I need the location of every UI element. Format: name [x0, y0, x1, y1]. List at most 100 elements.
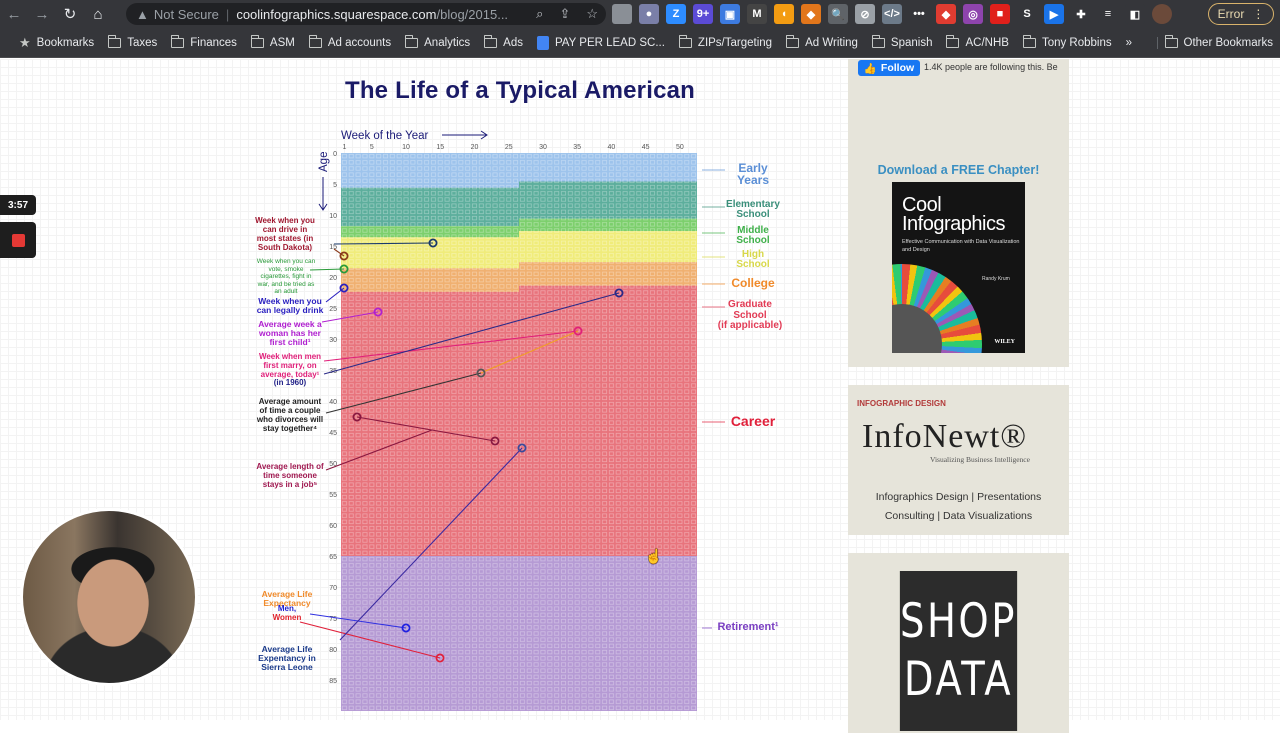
y-tick-label: 40	[329, 399, 337, 406]
record-ext-icon[interactable]: ■	[990, 4, 1010, 24]
shop-data-card[interactable]: SHOP DATA	[848, 553, 1069, 733]
y-tick-label: 5	[333, 182, 337, 189]
address-bar[interactable]: ▲ Not Secure | coolinfographics.squaresp…	[126, 3, 606, 25]
s-ext-icon[interactable]: S	[1017, 4, 1037, 24]
publisher-logo: WILEY	[994, 339, 1015, 345]
home-button[interactable]: ⌂	[84, 0, 112, 28]
x-axis-label: Week of the Year	[341, 130, 429, 142]
bookmark-ad-writing[interactable]: Ad Writing	[779, 34, 865, 49]
infonewt-ad[interactable]: INFOGRAPHIC DESIGN InfoNewt® Visualizing…	[848, 385, 1069, 535]
bookmark-label: Taxes	[127, 36, 158, 49]
bookmark-zips-targeting[interactable]: ZIPs/Targeting	[672, 34, 779, 49]
bookmark-finances[interactable]: Finances	[164, 34, 244, 49]
annotation-label: Men,	[277, 604, 297, 613]
dots-ext-icon[interactable]: •••	[909, 4, 929, 24]
y-tick-label: 55	[329, 492, 337, 499]
x-tick-label: 15	[436, 144, 444, 151]
x-tick-label: 30	[539, 144, 547, 151]
bookmark-label: Analytics	[424, 36, 471, 49]
bookmark-asm[interactable]: ASM	[244, 34, 302, 49]
y-tick-label: 60	[329, 523, 337, 530]
flame-ext-icon[interactable]: ◖	[774, 4, 794, 24]
badge-ext-icon[interactable]: 9+	[693, 4, 713, 24]
hand-cursor-icon: ☝	[645, 548, 663, 564]
search-icon[interactable]: ⌕	[536, 6, 543, 22]
magnifier-ext-icon[interactable]: 🔍	[828, 4, 848, 24]
shop-data-banner[interactable]: SHOP DATA	[899, 571, 1018, 731]
bookmark-ac-nhb[interactable]: AC/NHB	[939, 34, 1015, 49]
stage-label: College	[731, 276, 775, 290]
y-tick-label: 70	[329, 585, 337, 592]
forward-button[interactable]: →	[28, 0, 56, 28]
y-tick-label: 10	[329, 213, 337, 220]
follow-label: Follow	[880, 62, 915, 74]
star-icon[interactable]: ☆	[586, 6, 598, 22]
flag-ext-icon[interactable]: ▶	[1044, 4, 1064, 24]
folder-icon	[171, 34, 185, 48]
circle-ext-icon[interactable]: ●	[639, 4, 659, 24]
annotation-label: Women	[272, 613, 302, 622]
bookmark-taxes[interactable]: Taxes	[101, 34, 164, 49]
bookmark-bookmarks[interactable]: ★ Bookmarks	[12, 35, 101, 51]
share-icon[interactable]: ⇪	[559, 6, 570, 22]
menu-dots-icon: ⋮	[1252, 7, 1265, 21]
folder-icon	[871, 34, 885, 48]
bookmark-pay-per-lead-sc[interactable]: PAY PER LEAD SC...	[530, 35, 672, 50]
stop-recording-button[interactable]	[0, 222, 36, 258]
annotation-label: Average length of time someone stays in …	[256, 462, 324, 489]
code-ext-icon[interactable]: </>	[882, 4, 902, 24]
bookmark-ads[interactable]: Ads	[477, 34, 530, 49]
bookmark-analytics[interactable]: Analytics	[398, 34, 477, 49]
book-wheel-graphic	[892, 264, 982, 353]
error-label: Error	[1217, 7, 1245, 21]
folder-icon	[1164, 34, 1178, 48]
other-bookmarks[interactable]: Other Bookmarks	[1156, 34, 1280, 49]
back-button[interactable]: ←	[0, 0, 28, 28]
x-tick-label: 25	[505, 144, 513, 151]
stage-label: Elementary School	[726, 199, 780, 220]
sidepanel-ext-icon[interactable]: ◧	[1125, 4, 1145, 24]
folder-icon	[786, 34, 800, 48]
y-tick-label: 20	[329, 275, 337, 282]
puzzle-ext-icon[interactable]	[612, 4, 632, 24]
reload-button[interactable]: ↻	[56, 0, 84, 28]
bookmark-ad-accounts[interactable]: Ad accounts	[302, 34, 398, 49]
folder-icon	[250, 34, 264, 48]
stage-label: Early Years	[736, 161, 770, 187]
stop-icon	[11, 233, 25, 247]
ad-tag: INFOGRAPHIC DESIGN	[857, 399, 946, 408]
facebook-follow-button[interactable]: 👍 Follow	[858, 60, 920, 76]
media-ext-icon[interactable]: ≡	[1098, 4, 1118, 24]
bookmark-label: Ads	[503, 36, 523, 49]
download-chapter-link[interactable]: Download a FREE Chapter!	[848, 163, 1069, 177]
profile-error-button[interactable]: Error ⋮	[1208, 3, 1274, 25]
bookmarks-bar: ★ Bookmarks Taxes Finances ASM Ad accounts Ana…	[0, 28, 1280, 58]
book-title: Cool Infographics	[902, 194, 1005, 235]
annotation-label: Average week a woman has her first child…	[258, 319, 322, 347]
fox-ext-icon[interactable]: ◆	[801, 4, 821, 24]
x-tick-label: 1	[342, 144, 346, 151]
annotation-label: Week when you can drive in most states (…	[255, 216, 315, 252]
ring-ext-icon[interactable]: ◎	[963, 4, 983, 24]
zoom-ext-icon[interactable]: Z	[666, 4, 686, 24]
link-ext-icon[interactable]: ⊘	[855, 4, 875, 24]
shop-line-1: SHOP	[900, 594, 1017, 649]
folder-icon	[484, 34, 498, 48]
bookmark-tony-robbins[interactable]: Tony Robbins	[1016, 34, 1119, 49]
y-tick-label: 65	[329, 554, 337, 561]
webcam-overlay	[20, 508, 198, 686]
bookmark-spanish[interactable]: Spanish	[865, 34, 940, 49]
blue-ext-icon[interactable]: ▣	[720, 4, 740, 24]
profile-avatar-icon[interactable]	[1152, 4, 1172, 24]
m-ext-icon[interactable]: M	[747, 4, 767, 24]
puzzle-menu-icon[interactable]: ✚	[1071, 4, 1091, 24]
bookmark-label: Tony Robbins	[1041, 36, 1112, 49]
bookmark-label: Ad accounts	[327, 36, 392, 49]
services-line-2: Consulting | Data Visualizations	[884, 510, 1033, 522]
folder-icon	[678, 34, 692, 48]
more-bookmarks-button[interactable]: »	[1119, 37, 1139, 49]
y-tick-label: 30	[329, 337, 337, 344]
book-cover[interactable]: Cool Infographics Effective Communicatio…	[892, 182, 1025, 353]
red-ext-icon[interactable]: ◆	[936, 4, 956, 24]
bookmark-label: ZIPs/Targeting	[697, 36, 773, 49]
